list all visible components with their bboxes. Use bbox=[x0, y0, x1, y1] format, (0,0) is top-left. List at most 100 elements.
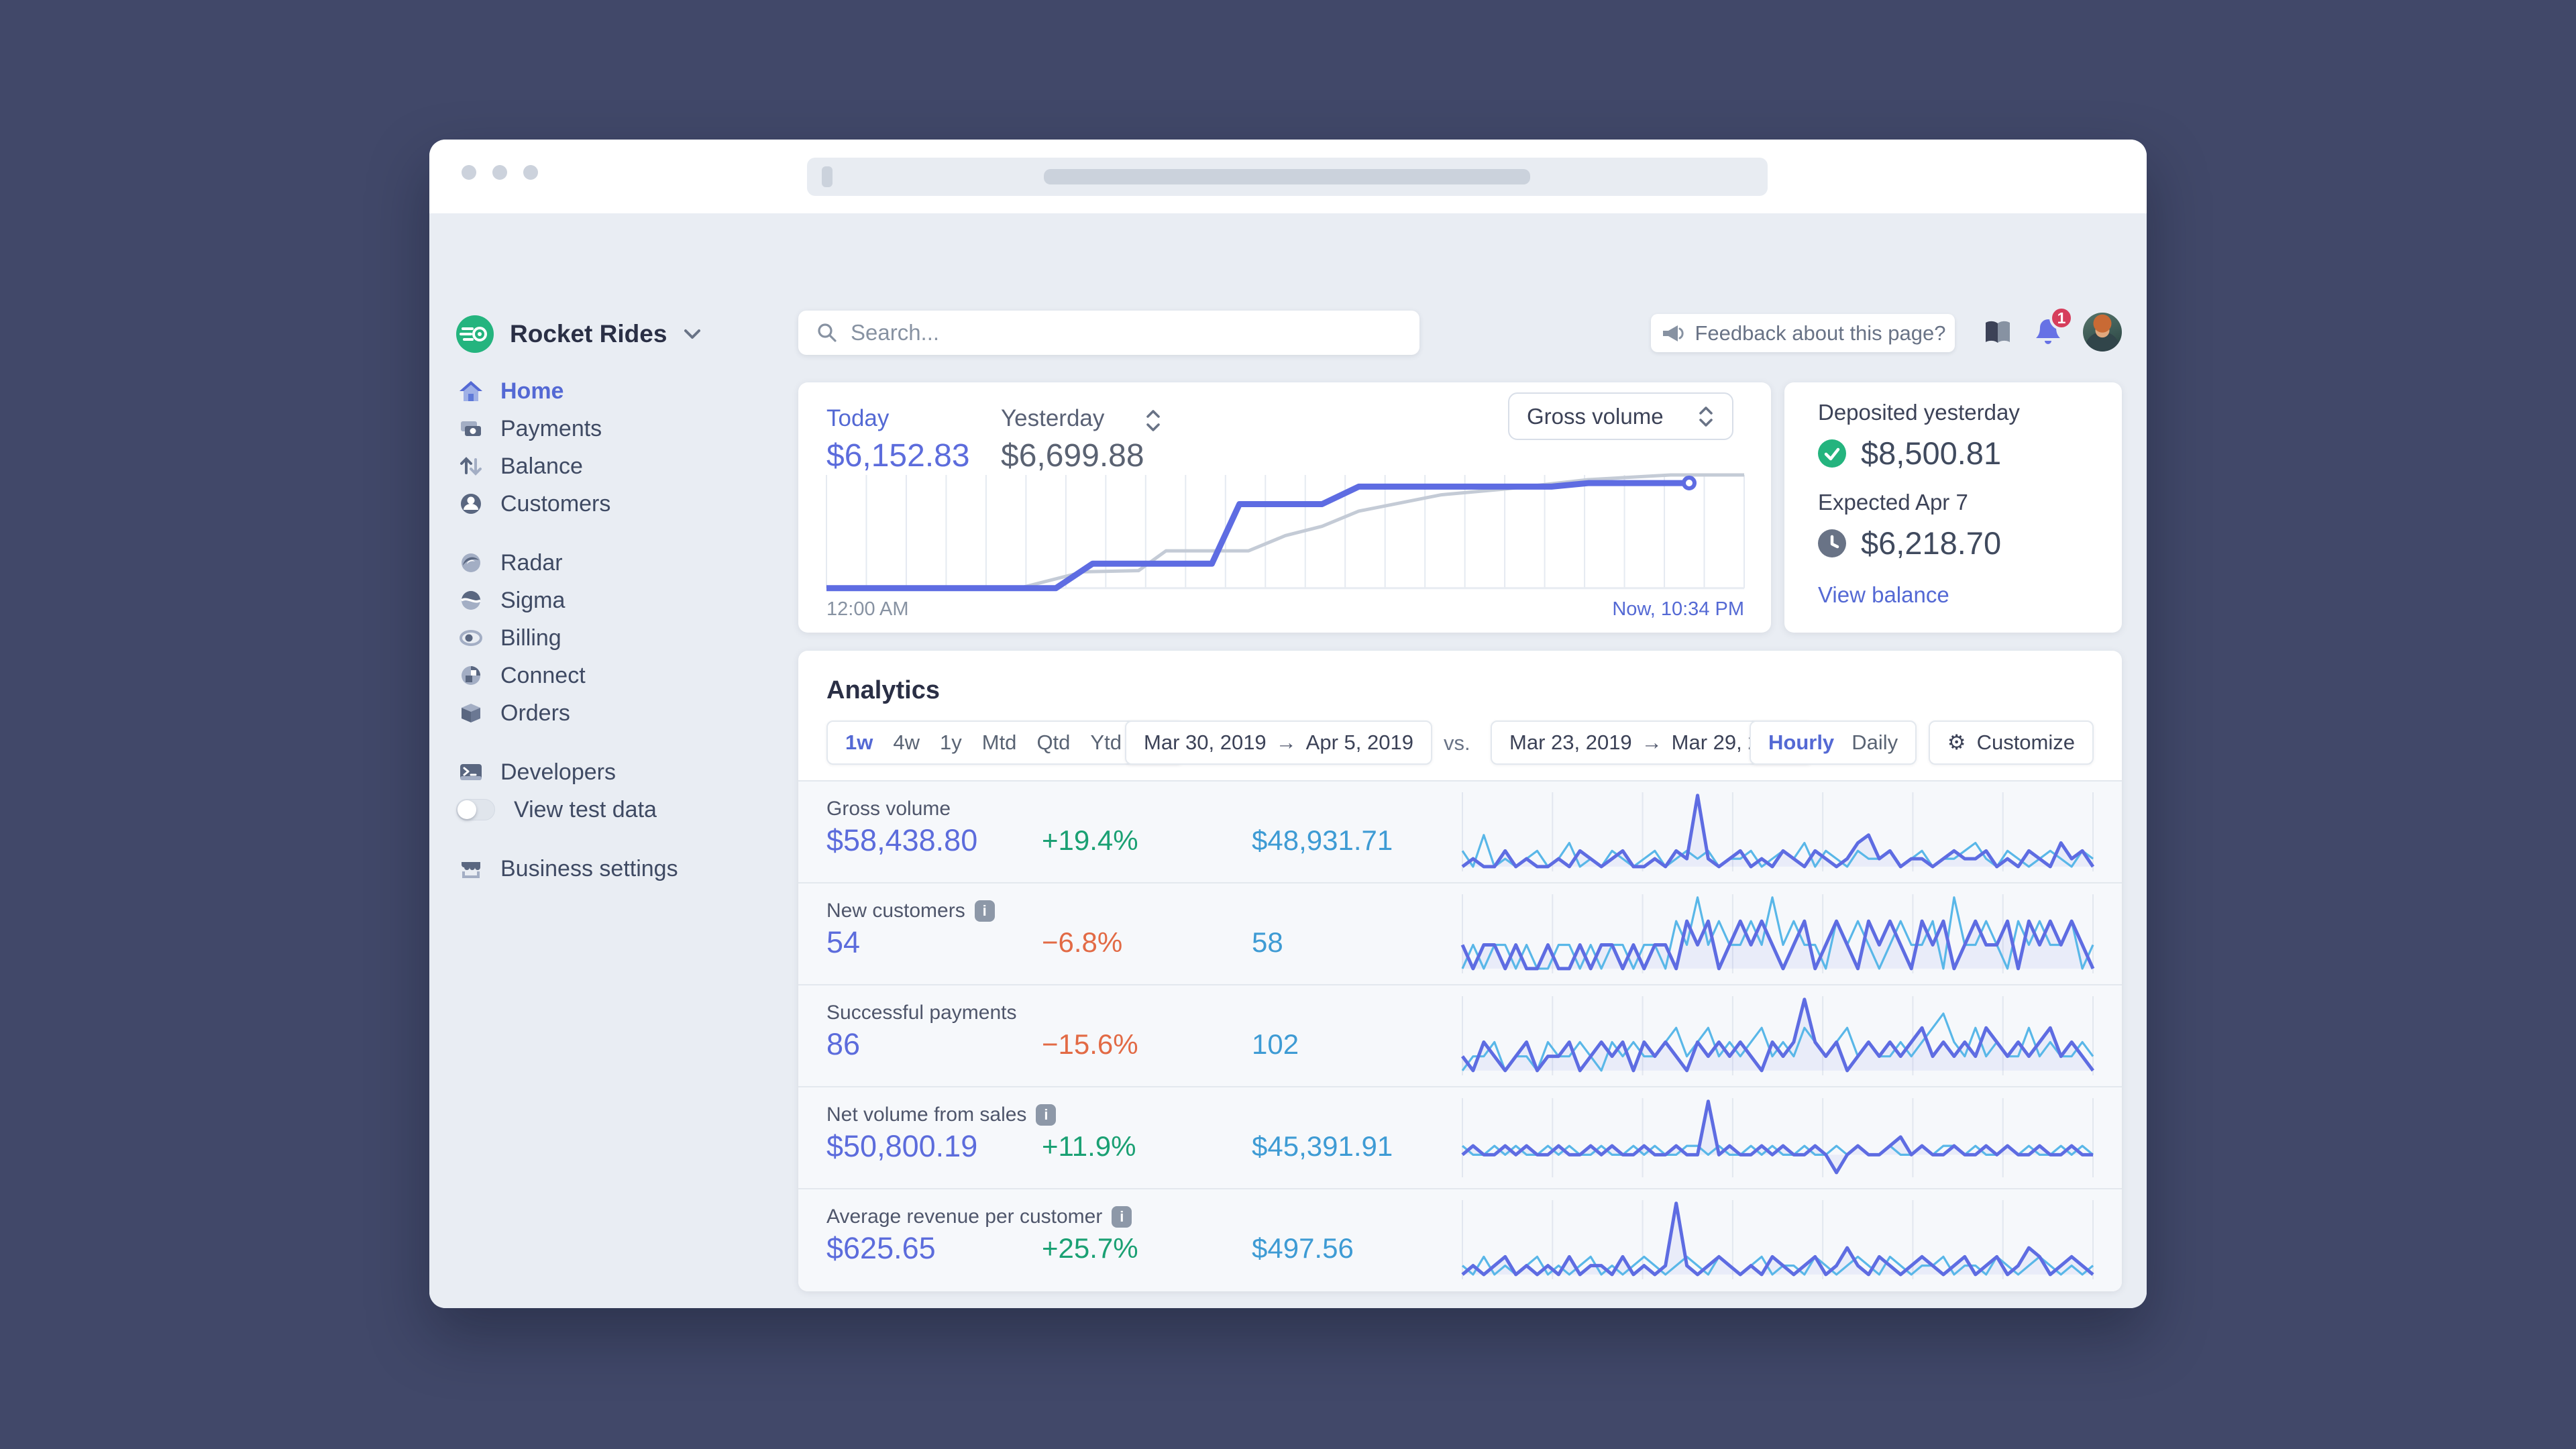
analytics-toolbar: 1w 4w 1y Mtd Qtd Ytd All Mar 30, 2019 → … bbox=[826, 720, 2094, 765]
range-qtd[interactable]: Qtd bbox=[1036, 731, 1070, 755]
sidebar-item-label: Business settings bbox=[500, 855, 678, 881]
sidebar-toggle-test-data[interactable]: View test data bbox=[456, 791, 765, 828]
expected-row: $6,218.70 bbox=[1818, 525, 2001, 561]
metric-label: New customers bbox=[826, 900, 965, 922]
sidebar-item-orders[interactable]: Orders bbox=[456, 694, 765, 732]
sidebar-item-radar[interactable]: Radar bbox=[456, 544, 765, 582]
metric-row-successful-payments: Successful payments 86 −15.6% 102 bbox=[798, 985, 2122, 1087]
sidebar-item-billing[interactable]: Billing bbox=[456, 619, 765, 657]
toggle-off-switch[interactable] bbox=[456, 795, 495, 824]
customize-button[interactable]: ⚙ Customize bbox=[1928, 720, 2094, 765]
today-tab[interactable]: Today bbox=[826, 405, 889, 432]
orders-icon bbox=[456, 698, 486, 728]
feedback-button[interactable]: Feedback about this page? bbox=[1651, 314, 1955, 352]
metric-select-value: Gross volume bbox=[1527, 403, 1664, 429]
sidebar-item-label: Payments bbox=[500, 415, 602, 441]
granularity-daily[interactable]: Daily bbox=[1851, 731, 1898, 755]
vs-label: vs. bbox=[1444, 731, 1470, 755]
window-control-dot[interactable] bbox=[492, 165, 507, 180]
sidebar-item-label: Connect bbox=[500, 662, 586, 688]
search-placeholder: Search... bbox=[851, 320, 940, 345]
dashboard-app: Rocket Rides Home Payments Balance Custo… bbox=[429, 213, 2147, 1308]
sidebar-item-label: Billing bbox=[500, 625, 561, 651]
sidebar-item-connect[interactable]: Connect bbox=[456, 657, 765, 694]
sparkline-chart bbox=[1462, 1098, 2093, 1177]
metric-select[interactable]: Gross volume bbox=[1508, 392, 1733, 440]
deposited-value: $8,500.81 bbox=[1861, 435, 2002, 471]
view-balance-link[interactable]: View balance bbox=[1818, 582, 1949, 608]
deposited-label: Deposited yesterday bbox=[1818, 400, 2020, 425]
address-bar[interactable] bbox=[807, 158, 1768, 196]
docs-button[interactable] bbox=[1979, 314, 2017, 352]
sidebar-item-label: Customers bbox=[500, 490, 611, 517]
range-4w[interactable]: 4w bbox=[893, 731, 920, 755]
period-date-picker[interactable]: Mar 30, 2019 → Apr 5, 2019 bbox=[1125, 720, 1432, 765]
sidebar-item-balance[interactable]: Balance bbox=[456, 447, 765, 485]
account-switcher[interactable]: Rocket Rides bbox=[456, 315, 702, 353]
window-control-dot[interactable] bbox=[523, 165, 538, 180]
metric-comparison: $45,391.91 bbox=[1252, 1130, 1393, 1162]
analytics-title: Analytics bbox=[826, 676, 940, 704]
range-ytd[interactable]: Ytd bbox=[1090, 731, 1122, 755]
metric-comparison: $48,931.71 bbox=[1252, 824, 1393, 856]
metric-current: 86 bbox=[826, 1027, 861, 1061]
chevron-down-icon bbox=[684, 329, 701, 339]
metric-current: $625.65 bbox=[826, 1231, 936, 1265]
sidebar-item-customers[interactable]: Customers bbox=[456, 485, 765, 523]
sparkline-chart bbox=[1462, 894, 2093, 973]
metric-comparison: 102 bbox=[1252, 1028, 1299, 1060]
today-value: $6,152.83 bbox=[826, 438, 970, 474]
metric-row-gross-volume: Gross volume $58,438.80 +19.4% $48,931.7… bbox=[798, 782, 2122, 883]
sidebar-item-label: Orders bbox=[500, 700, 570, 726]
info-icon[interactable]: i bbox=[1036, 1104, 1057, 1126]
window-control-dot[interactable] bbox=[462, 165, 476, 180]
overview-card: Today Yesterday $6,152.83 $6,699.88 Gros… bbox=[798, 382, 1771, 633]
metric-current: $50,800.19 bbox=[826, 1129, 978, 1163]
deposits-card: Deposited yesterday $8,500.81 Expected A… bbox=[1784, 382, 2122, 633]
metric-row-new-customers: New customers i 54 −6.8% 58 bbox=[798, 883, 2122, 985]
desktop-backdrop: Rocket Rides Home Payments Balance Custo… bbox=[0, 0, 2576, 1449]
gear-icon: ⚙ bbox=[1947, 731, 1966, 754]
search-input[interactable]: Search... bbox=[798, 311, 1419, 355]
info-icon[interactable]: i bbox=[974, 900, 995, 922]
range-mtd[interactable]: Mtd bbox=[982, 731, 1017, 755]
balance-icon bbox=[456, 451, 486, 481]
sidebar-item-business-settings[interactable]: Business settings bbox=[456, 850, 765, 888]
overview-chart bbox=[826, 475, 1744, 592]
window-controls bbox=[462, 165, 538, 180]
deposited-row: $8,500.81 bbox=[1818, 435, 2001, 472]
sparkline-chart bbox=[1462, 1200, 2093, 1279]
yesterday-tab[interactable]: Yesterday bbox=[1001, 405, 1104, 432]
connect-icon bbox=[456, 661, 486, 690]
x-axis-start-label: 12:00 AM bbox=[826, 598, 909, 620]
metric-comparison: 58 bbox=[1252, 926, 1283, 958]
billing-icon bbox=[456, 623, 486, 653]
granularity-tabs: Hourly Daily bbox=[1750, 720, 1917, 765]
book-icon bbox=[1986, 321, 2010, 343]
info-icon[interactable]: i bbox=[1112, 1206, 1132, 1228]
notifications-button[interactable]: 1 bbox=[2029, 306, 2074, 352]
sidebar-item-payments[interactable]: Payments bbox=[456, 410, 765, 447]
range-1y[interactable]: 1y bbox=[940, 731, 962, 755]
browser-chrome bbox=[429, 140, 2147, 213]
clock-icon bbox=[1818, 529, 1846, 557]
metric-change: −15.6% bbox=[1042, 1028, 1138, 1060]
browser-window: Rocket Rides Home Payments Balance Custo… bbox=[429, 140, 2147, 1308]
compare-sort-control[interactable] bbox=[1144, 409, 1162, 435]
sidebar-item-home[interactable]: Home bbox=[456, 372, 765, 410]
radar-icon bbox=[456, 548, 486, 578]
address-bar-url-placeholder bbox=[1044, 169, 1530, 184]
user-avatar[interactable] bbox=[2083, 313, 2122, 352]
sparkline-chart bbox=[1462, 996, 2093, 1075]
range-1w[interactable]: 1w bbox=[845, 731, 873, 755]
granularity-hourly[interactable]: Hourly bbox=[1768, 731, 1834, 755]
sidebar-item-sigma[interactable]: Sigma bbox=[456, 582, 765, 619]
developers-icon bbox=[456, 757, 486, 787]
metric-label: Successful payments bbox=[826, 1002, 1017, 1024]
sidebar-item-label: Home bbox=[500, 378, 564, 404]
sigma-icon bbox=[456, 586, 486, 615]
expected-value: $6,218.70 bbox=[1861, 525, 2002, 561]
notification-badge: 1 bbox=[2049, 306, 2074, 330]
sidebar-item-developers[interactable]: Developers bbox=[456, 753, 765, 791]
sparkline-chart bbox=[1462, 792, 2093, 871]
